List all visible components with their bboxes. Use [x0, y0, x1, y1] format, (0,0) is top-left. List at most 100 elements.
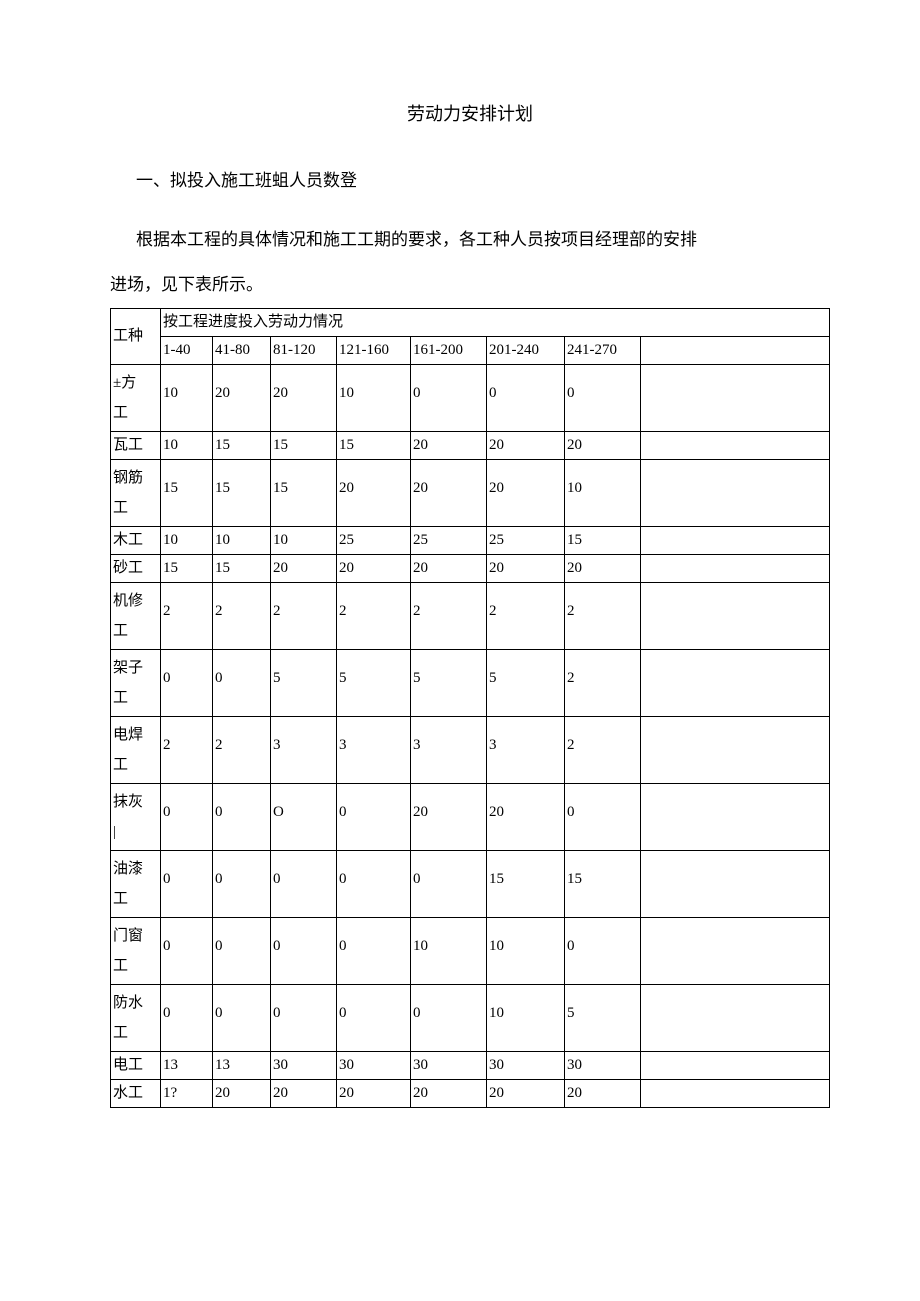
- table-cell: 0: [411, 364, 487, 431]
- table-cell: 10: [161, 431, 213, 459]
- table-cell: 15: [565, 850, 641, 917]
- table-row-name: 瓦工: [111, 431, 161, 459]
- table-row-name: 防水工: [111, 984, 161, 1051]
- table-row-name: 砂工: [111, 554, 161, 582]
- table-cell-empty: [641, 431, 830, 459]
- table-cell: 2: [565, 649, 641, 716]
- table-cell: 10: [487, 984, 565, 1051]
- header-progress: 按工程进度投入劳动力情况: [161, 308, 830, 336]
- table-cell: 5: [565, 984, 641, 1051]
- table-row-name: 门窗工: [111, 917, 161, 984]
- header-period: 201-240: [487, 336, 565, 364]
- header-period: 1-40: [161, 336, 213, 364]
- table-cell: 15: [213, 459, 271, 526]
- table-cell: 5: [337, 649, 411, 716]
- table-row-name: 抹灰|: [111, 783, 161, 850]
- table-row-name: 油漆工: [111, 850, 161, 917]
- table-cell-empty: [641, 917, 830, 984]
- table-cell-empty: [641, 649, 830, 716]
- table-cell: 20: [337, 459, 411, 526]
- table-cell: 15: [161, 459, 213, 526]
- table-cell: 0: [337, 917, 411, 984]
- table-cell: 2: [411, 582, 487, 649]
- table-cell: 15: [213, 554, 271, 582]
- table-row-name: 电工: [111, 1051, 161, 1079]
- table-cell: 20: [411, 431, 487, 459]
- table-cell: 10: [161, 526, 213, 554]
- table-cell: 2: [565, 582, 641, 649]
- table-cell: 20: [411, 459, 487, 526]
- table-cell: 1?: [161, 1079, 213, 1107]
- table-cell: 0: [487, 364, 565, 431]
- table-cell: 20: [487, 431, 565, 459]
- table-cell: 20: [337, 1079, 411, 1107]
- table-cell: 0: [565, 783, 641, 850]
- table-cell: 2: [161, 716, 213, 783]
- table-cell-empty: [641, 364, 830, 431]
- table-row-name: 钢筋工: [111, 459, 161, 526]
- table-cell: 0: [213, 917, 271, 984]
- labor-table-body: 工种按工程进度投入劳动力情况1-4041-8081-120121-160161-…: [111, 308, 830, 1107]
- table-row-name: 水工: [111, 1079, 161, 1107]
- table-cell: 0: [271, 917, 337, 984]
- table-cell: 0: [271, 850, 337, 917]
- table-cell-empty: [641, 1051, 830, 1079]
- table-cell: 0: [337, 984, 411, 1051]
- table-cell: 30: [565, 1051, 641, 1079]
- table-cell: 2: [565, 716, 641, 783]
- document-page: 劳动力安排计划 一、拟投入施工班蛆人员数登 根据本工程的具体情况和施工工期的要求…: [0, 0, 920, 1148]
- table-cell: 30: [271, 1051, 337, 1079]
- header-period: 81-120: [271, 336, 337, 364]
- table-cell: 2: [213, 716, 271, 783]
- table-cell: 10: [487, 917, 565, 984]
- table-row-name: 机修工: [111, 582, 161, 649]
- header-period: 161-200: [411, 336, 487, 364]
- table-cell: 0: [271, 984, 337, 1051]
- table-cell: 0: [213, 984, 271, 1051]
- section-heading: 一、拟投入施工班蛆人员数登: [136, 166, 830, 191]
- intro-paragraph-1: 根据本工程的具体情况和施工工期的要求，各工种人员按项目经理部的安排: [136, 221, 830, 258]
- table-cell-empty: [641, 526, 830, 554]
- table-cell: 0: [213, 783, 271, 850]
- table-cell: 25: [337, 526, 411, 554]
- table-cell: 5: [411, 649, 487, 716]
- table-cell: 20: [411, 1079, 487, 1107]
- table-cell: 13: [161, 1051, 213, 1079]
- table-cell-empty: [641, 850, 830, 917]
- table-cell: 20: [271, 364, 337, 431]
- table-cell-empty: [641, 459, 830, 526]
- table-cell: 10: [213, 526, 271, 554]
- table-cell: 2: [213, 582, 271, 649]
- table-cell: 20: [565, 1079, 641, 1107]
- table-cell-empty: [641, 1079, 830, 1107]
- table-cell: 15: [161, 554, 213, 582]
- table-cell: 2: [487, 582, 565, 649]
- table-cell-empty: [641, 554, 830, 582]
- table-cell: 25: [487, 526, 565, 554]
- intro-paragraph-2: 进场，见下表所示。: [110, 266, 830, 303]
- table-cell-empty: [641, 984, 830, 1051]
- table-cell: O: [271, 783, 337, 850]
- table-cell: 20: [411, 783, 487, 850]
- table-cell: 0: [411, 984, 487, 1051]
- table-cell: 0: [337, 783, 411, 850]
- table-cell: 0: [161, 850, 213, 917]
- table-cell: 20: [337, 554, 411, 582]
- table-cell: 15: [271, 459, 337, 526]
- table-cell: 3: [271, 716, 337, 783]
- table-cell: 20: [487, 554, 565, 582]
- table-cell: 3: [487, 716, 565, 783]
- table-cell: 20: [213, 1079, 271, 1107]
- table-cell: 5: [271, 649, 337, 716]
- table-cell: 10: [271, 526, 337, 554]
- table-cell: 20: [565, 431, 641, 459]
- table-cell: 2: [161, 582, 213, 649]
- table-cell: 0: [411, 850, 487, 917]
- table-cell-empty: [641, 582, 830, 649]
- table-row-name: ±方工: [111, 364, 161, 431]
- table-cell: 20: [213, 364, 271, 431]
- table-cell: 2: [337, 582, 411, 649]
- table-cell: 2: [271, 582, 337, 649]
- table-cell: 15: [213, 431, 271, 459]
- table-cell: 20: [487, 459, 565, 526]
